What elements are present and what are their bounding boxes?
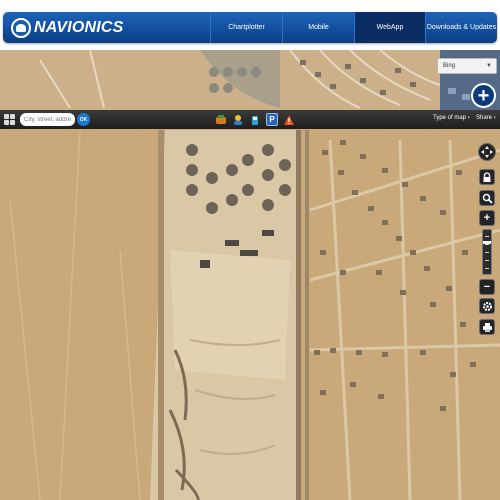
- add-button[interactable]: +: [471, 83, 496, 108]
- share-label: Share: [476, 115, 493, 121]
- nav-downloads-updates[interactable]: Downloads & Updates: [425, 12, 497, 43]
- grid-icon: [4, 114, 9, 119]
- grid-icon-cell: [4, 120, 9, 125]
- zoom-tick: [485, 244, 489, 245]
- logo-mark-icon: [11, 17, 31, 38]
- zoom-tick: [485, 260, 489, 261]
- parking-icon[interactable]: P: [266, 113, 278, 126]
- nav-mobile[interactable]: Mobile: [282, 12, 354, 43]
- lock-icon: [483, 171, 491, 182]
- printer-icon: [482, 322, 492, 332]
- chevron-right-icon: ›: [493, 115, 496, 121]
- fuel-icon[interactable]: [249, 113, 261, 126]
- grid-icon-cell: [10, 114, 15, 119]
- minus-icon: −: [483, 281, 491, 293]
- map-layer-value: Bing: [443, 63, 456, 69]
- zoom-tick: [485, 252, 489, 253]
- logo-text: NAVIONICS: [34, 18, 124, 36]
- search-ok-button[interactable]: OK: [77, 113, 90, 126]
- magnifier-icon: [482, 193, 493, 204]
- zoom-slider-thumb[interactable]: [483, 241, 491, 244]
- marina-icon[interactable]: [215, 113, 227, 126]
- site-header: NAVIONICS Chartplotter Mobile WebApp Dow…: [0, 0, 500, 50]
- pan-control[interactable]: [478, 143, 496, 161]
- location-search-input[interactable]: [20, 113, 75, 126]
- pan-arrows-icon: [481, 146, 493, 158]
- search-map-button[interactable]: [479, 190, 495, 206]
- warning-icon[interactable]: [283, 113, 295, 126]
- nav-webapp[interactable]: WebApp: [354, 12, 425, 43]
- zoom-out-button[interactable]: −: [479, 279, 495, 295]
- zoom-in-button[interactable]: +: [479, 210, 495, 226]
- grid-menu-button[interactable]: [3, 113, 16, 126]
- plus-icon: +: [477, 84, 490, 107]
- type-of-map-link[interactable]: Type of map ›: [433, 115, 470, 121]
- type-of-map-label: Type of map: [433, 115, 467, 121]
- zoom-tick: [485, 268, 489, 269]
- chevron-right-icon: ›: [467, 115, 470, 121]
- grid-icon-cell: [10, 120, 15, 125]
- navionics-logo[interactable]: NAVIONICS: [11, 16, 124, 39]
- map-layer-select[interactable]: Bing ▼: [437, 58, 497, 74]
- main-nav: Chartplotter Mobile WebApp Downloads & U…: [210, 12, 497, 43]
- print-button[interactable]: [479, 319, 495, 335]
- gear-icon: [482, 301, 492, 311]
- overlay-icons: P: [215, 113, 295, 126]
- header-bar: NAVIONICS Chartplotter Mobile WebApp Dow…: [3, 12, 497, 43]
- settings-button[interactable]: [479, 298, 495, 314]
- lock-button[interactable]: [479, 169, 495, 185]
- nav-chartplotter[interactable]: Chartplotter: [210, 12, 282, 43]
- plus-icon: +: [483, 212, 491, 224]
- share-link[interactable]: Share ›: [476, 115, 496, 121]
- weather-icon[interactable]: [232, 113, 244, 126]
- map-toolbar: OK P Type of map › Share ›: [0, 110, 500, 129]
- zoom-tick: [485, 236, 489, 237]
- zoom-slider[interactable]: [482, 229, 492, 275]
- chevron-down-icon: ▼: [486, 63, 492, 69]
